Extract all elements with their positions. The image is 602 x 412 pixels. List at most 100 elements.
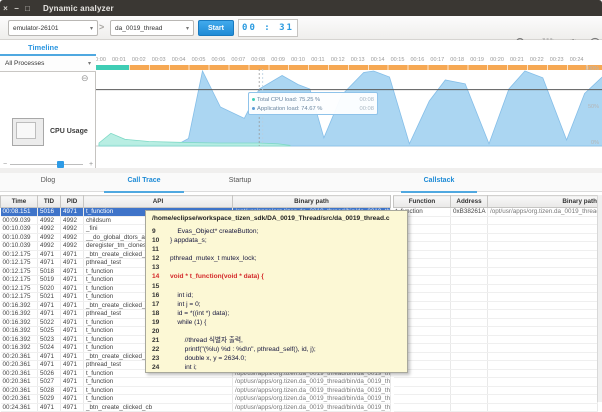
breadcrumb-chevron-icon: > (99, 22, 104, 32)
cell-tid: 4971 (38, 352, 61, 361)
app-load-label: Application load: (257, 106, 300, 112)
callstack-header[interactable]: FunctionAddressBinary path (394, 196, 598, 208)
callstack-table[interactable]: FunctionAddressBinary path t_function0xB… (393, 195, 598, 412)
callstack-empty-row (394, 301, 598, 310)
close-icon[interactable]: × (0, 4, 11, 13)
code-line-13: 13 (152, 263, 401, 272)
cell-pid: 4971 (61, 208, 84, 217)
tab-call-trace-underline (104, 191, 184, 193)
cell-time: 00:16.392 (1, 327, 38, 336)
cell-tid: 5022 (38, 318, 61, 327)
table-row[interactable]: 00:24.36149714971_btn_create_clicked_cb/… (1, 403, 391, 412)
callstack-empty-row (394, 267, 598, 276)
cell-time: 00:10.039 (1, 225, 38, 234)
cell-binary-path: /opt/usr/apps/org.tizen.da_0019_thread/b… (233, 386, 391, 395)
table-row[interactable]: 00:20.36150274971t_function/opt/usr/apps… (1, 378, 391, 387)
cell-tid: 4992 (38, 233, 61, 242)
tab-dlog[interactable]: Dlog (0, 177, 96, 192)
callstack-empty-row (394, 369, 598, 378)
cpu-usage-thumbnail[interactable] (12, 118, 44, 146)
time-tick: 00:09 (268, 57, 288, 63)
callstack-empty-row (394, 233, 598, 242)
callstack-empty-row (394, 327, 598, 336)
cell-time: 00:20.361 (1, 361, 38, 370)
time-tick: 00:08 (248, 57, 268, 63)
cell-tid: 5016 (38, 208, 61, 217)
cell-pid: 4971 (61, 344, 84, 353)
col-binary-path[interactable]: Binary path (488, 196, 598, 208)
cell-tid: 5021 (38, 293, 61, 302)
col-address[interactable]: Address (451, 196, 488, 208)
callstack-empty-row (394, 284, 598, 293)
cell-tid: 4992 (38, 242, 61, 251)
code-line-23: 23 double x, y = 2634.0; (152, 354, 401, 363)
cell-pid: 4992 (61, 225, 84, 234)
cpu-usage-chart[interactable]: 00:0000:0100:0200:0300:0400:0500:0600:07… (96, 56, 602, 170)
cell-binary-path: /opt/usr/apps/org.tizen.da_0019_thread/b… (233, 378, 391, 387)
cell-time: 00:08.151 (1, 208, 38, 217)
maximize-icon[interactable]: □ (22, 4, 33, 13)
cell-pid: 4992 (61, 233, 84, 242)
minimize-icon[interactable]: − (11, 4, 22, 13)
callstack-row[interactable]: t_function0xB38261A/opt/usr/apps/org.tiz… (394, 208, 598, 217)
total-cpu-time: 00:08 (359, 97, 374, 103)
call-trace-header[interactable]: TimeTIDPIDAPIBinary path (1, 196, 391, 208)
callstack-empty-row (394, 344, 598, 353)
col-binary-path[interactable]: Binary path (233, 196, 391, 208)
table-row[interactable]: 00:20.36150284971t_function/opt/usr/apps… (1, 386, 391, 395)
cell-time: 00:10.039 (1, 233, 38, 242)
callstack-scrollbar[interactable] (597, 195, 602, 402)
cell-pid: 4971 (61, 267, 84, 276)
tab-call-trace[interactable]: Call Trace (96, 177, 192, 192)
total-cpu-label: Total CPU load: (257, 97, 297, 103)
cell-tid: 5026 (38, 369, 61, 378)
col-api[interactable]: API (84, 196, 233, 208)
col-time[interactable]: Time (1, 196, 38, 208)
col-tid[interactable]: TID (38, 196, 61, 208)
code-line-18: 18 id = *((int *) data); (152, 309, 401, 318)
time-tick: 00:24 (567, 57, 587, 63)
callstack-empty-row (394, 259, 598, 268)
slider-minus-icon[interactable]: − (0, 161, 10, 168)
cell-time: 00:20.361 (1, 378, 38, 387)
app-combo[interactable]: da_0019_thread ▾ (110, 20, 194, 36)
cell-time: 00:12.175 (1, 293, 38, 302)
callstack-empty-row (394, 225, 598, 234)
cell-tid: 4971 (38, 403, 61, 412)
cell-pid: 4971 (61, 378, 84, 387)
cell-tid: 4971 (38, 259, 61, 268)
start-button[interactable]: Start (198, 20, 234, 36)
cell-time: 00:16.392 (1, 301, 38, 310)
device-combo[interactable]: emulator-26101 ▾ (8, 20, 98, 36)
cell-pid: 4971 (61, 361, 84, 370)
ytick-0: 0% (591, 140, 599, 146)
callstack-empty-row (394, 403, 598, 412)
slider-plus-icon[interactable]: + (86, 161, 96, 168)
cell-tid: 4992 (38, 216, 61, 225)
slider-handle[interactable] (57, 161, 64, 168)
time-tick: 00:22 (527, 57, 547, 63)
cell-pid: 4971 (61, 250, 84, 259)
callstack-empty-row (394, 310, 598, 319)
cell-pid: 4992 (61, 242, 84, 251)
cell-pid: 4971 (61, 259, 84, 268)
cell-pid: 4971 (61, 386, 84, 395)
tab-timeline[interactable]: Timeline (28, 43, 58, 52)
cell-tid: 5024 (38, 344, 61, 353)
process-filter-combo[interactable]: All Processes ▾ (0, 56, 96, 72)
code-line-24: 24 int i; (152, 363, 401, 372)
cell-tid: 5020 (38, 284, 61, 293)
callstack-empty-row (394, 276, 598, 285)
slider-track[interactable] (10, 164, 83, 165)
code-line-17: 17 int j = 0; (152, 300, 401, 309)
source-code-popup: /home/eclipse/workspace_tizen_sdk/DA_001… (145, 210, 408, 373)
col-function[interactable]: Function (394, 196, 451, 208)
col-pid[interactable]: PID (61, 196, 84, 208)
time-tick: 00:01 (109, 57, 129, 63)
callstack-empty-row (394, 216, 598, 225)
code-line-14: 14void * t_function(void * data) { (152, 272, 401, 281)
tab-callstack[interactable]: Callstack (393, 177, 485, 192)
tab-startup[interactable]: Startup (192, 177, 288, 192)
cell-time: 00:12.175 (1, 276, 38, 285)
zoom-out-icon[interactable]: ⊖ (81, 73, 89, 84)
